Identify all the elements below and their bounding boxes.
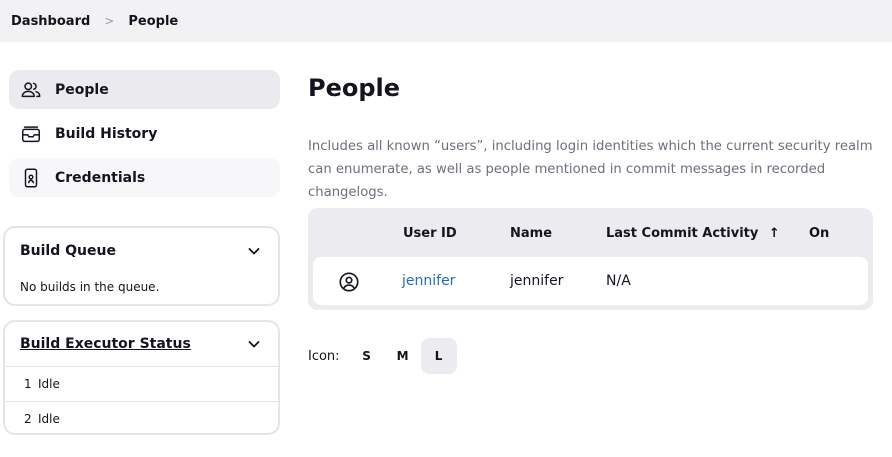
- executor-status-link[interactable]: Build Executor Status: [20, 336, 191, 352]
- icon-size-s-button[interactable]: S: [349, 338, 385, 374]
- people-icon: [20, 79, 42, 101]
- executor-row: 2 Idle: [5, 401, 278, 436]
- executor-number: 2: [24, 412, 32, 426]
- user-avatar-icon: [339, 272, 359, 292]
- history-icon: [20, 123, 42, 145]
- build-queue-empty-text: No builds in the queue.: [20, 280, 160, 294]
- column-header-name[interactable]: Name: [510, 226, 552, 241]
- build-queue-panel: Build Queue No builds in the queue.: [3, 226, 280, 306]
- icon-size-label: Icon:: [308, 348, 340, 364]
- column-header-last-commit[interactable]: Last Commit Activity ↑: [606, 226, 780, 241]
- icon-size-l-button[interactable]: L: [420, 338, 457, 374]
- last-commit-value: N/A: [606, 273, 631, 289]
- chevron-down-icon[interactable]: [246, 336, 262, 352]
- column-header-last-commit-label: Last Commit Activity: [606, 226, 759, 241]
- build-executor-panel: Build Executor Status 1 Idle 2 Idle: [3, 320, 280, 435]
- breadcrumb-bar: Dashboard > People: [0, 0, 892, 42]
- chevron-down-icon[interactable]: [246, 243, 262, 259]
- executor-state: Idle: [38, 377, 60, 391]
- sidebar-item-people[interactable]: People: [9, 70, 280, 109]
- breadcrumb-dashboard[interactable]: Dashboard: [11, 14, 90, 29]
- build-queue-title: Build Queue: [20, 243, 116, 259]
- sidebar-item-label: Credentials: [55, 169, 146, 186]
- credentials-icon: [20, 167, 42, 189]
- sort-arrow-icon: ↑: [768, 226, 780, 241]
- sidebar-item-label: Build History: [55, 125, 158, 142]
- page-title: People: [308, 74, 401, 102]
- icon-size-m-button[interactable]: M: [385, 338, 421, 374]
- column-header-on[interactable]: On: [809, 226, 829, 241]
- executor-number: 1: [24, 377, 32, 391]
- sidebar-item-credentials[interactable]: Credentials: [9, 158, 280, 197]
- column-header-user-id[interactable]: User ID: [403, 226, 457, 241]
- table-row: jennifer jennifer N/A: [313, 257, 868, 305]
- executor-row: 1 Idle: [5, 366, 278, 401]
- sidebar-item-build-history[interactable]: Build History: [9, 114, 280, 153]
- build-queue-header: Build Queue: [5, 228, 278, 274]
- breadcrumb-people[interactable]: People: [128, 14, 178, 29]
- icon-size-selector: Icon: S M L: [308, 338, 457, 374]
- breadcrumb-separator-icon: >: [104, 14, 115, 28]
- people-table: User ID Name Last Commit Activity ↑ On j…: [308, 208, 873, 310]
- side-navigation: People Build History Credentials: [9, 70, 280, 202]
- page-description: Includes all known “users”, including lo…: [308, 139, 873, 200]
- user-id-link[interactable]: jennifer: [402, 273, 455, 289]
- executor-status-header: Build Executor Status: [5, 322, 278, 366]
- executor-state: Idle: [38, 412, 60, 426]
- sidebar-item-label: People: [55, 81, 109, 98]
- user-name: jennifer: [510, 273, 564, 289]
